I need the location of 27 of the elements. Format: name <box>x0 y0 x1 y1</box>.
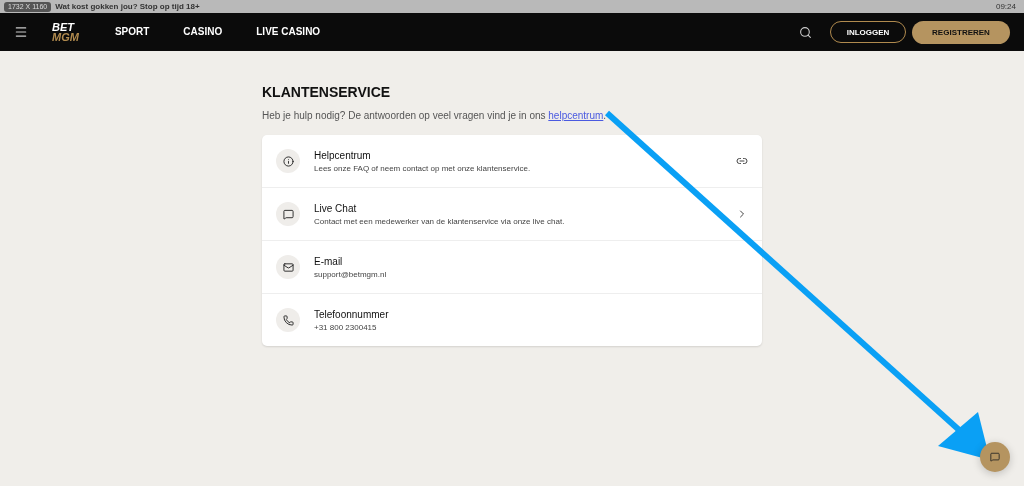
phone-icon <box>276 308 300 332</box>
intro-text: Heb je hulp nodig? De antwoorden op veel vragen vind je in ons helpcentrum. <box>262 110 608 121</box>
info-icon <box>276 149 300 173</box>
option-title: Telefoonnummer <box>314 308 390 320</box>
logo[interactable]: BET MGM <box>52 22 79 42</box>
mail-icon <box>276 255 300 279</box>
chat-button[interactable] <box>980 442 1010 472</box>
search-icon[interactable] <box>799 25 812 39</box>
option-title: E-mail <box>314 255 344 267</box>
option-description: support@betmgm.nl <box>314 269 388 279</box>
register-button[interactable]: REGISTREREN <box>912 20 1010 44</box>
option-description: Contact met een medewerker van de klantenservice via onze live chat. <box>314 216 566 226</box>
option-description: +31 800 2300415 <box>314 322 378 332</box>
time-text: 09:24 <box>995 2 1016 11</box>
option-title: Live Chat <box>314 202 358 214</box>
chat-icon <box>990 452 1000 462</box>
nav-link[interactable]: CASINO <box>183 21 223 43</box>
option-description: Lees onze FAQ of neem contact op met onze klantenservice. <box>314 163 532 173</box>
page-title: KLANTENSERVICE <box>262 84 392 100</box>
chat-icon <box>276 202 300 226</box>
option-title: Helpcentrum <box>314 149 372 161</box>
banner-text: Wat kost gokken jou? Stop op tijd 18+ <box>55 2 201 11</box>
menu-icon[interactable] <box>14 25 28 39</box>
contact-option[interactable]: Live Chat Contact met een medewerker van de klantenservice via onze live chat. <box>262 187 762 240</box>
nav-link[interactable]: SPORT <box>114 21 150 43</box>
nav-link[interactable]: LIVE CASINO <box>256 21 321 43</box>
contact-option[interactable]: Helpcentrum Lees onze FAQ of neem contact op met onze klantenservice. <box>262 135 762 187</box>
